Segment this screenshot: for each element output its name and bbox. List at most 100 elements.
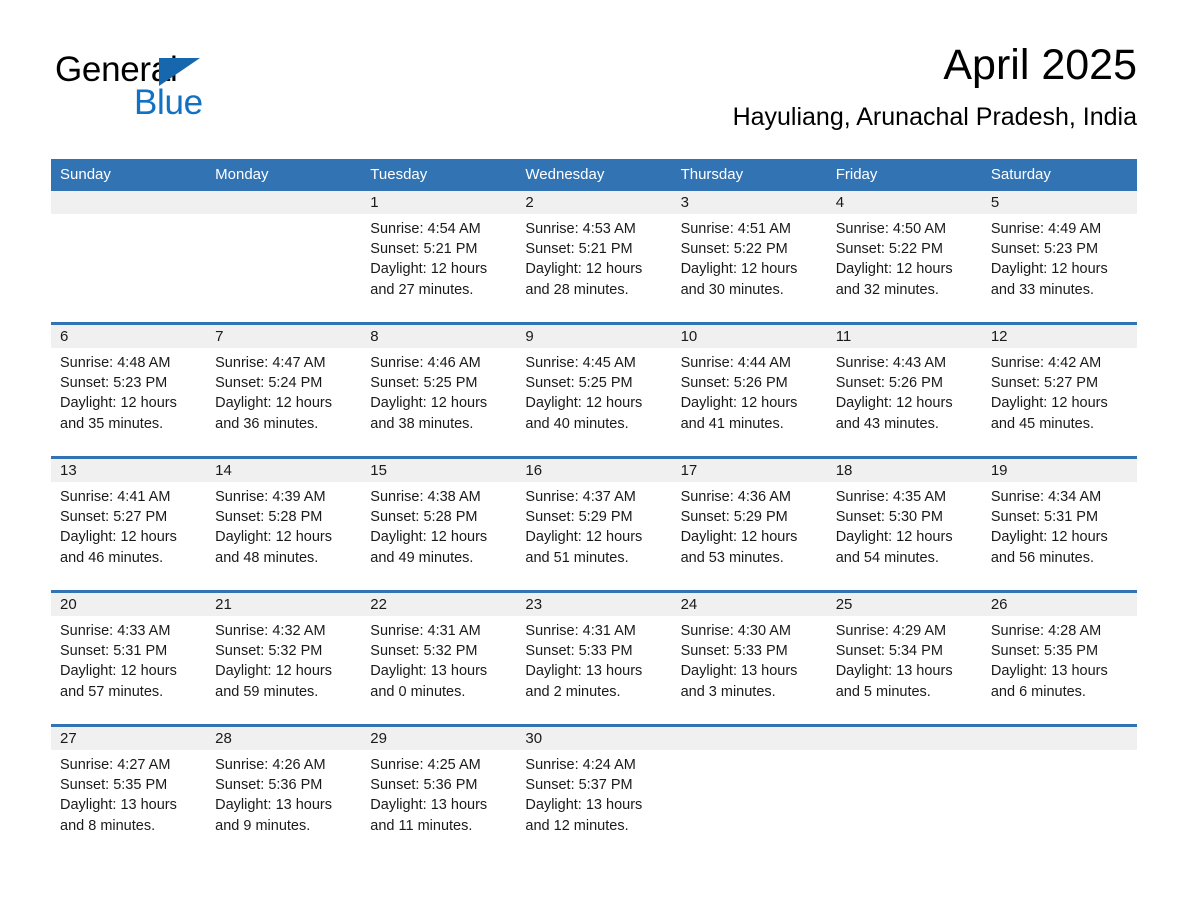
sunset-text: Sunset: 5:35 PM <box>60 777 168 794</box>
calendar-day-cell[interactable]: 21 Sunrise: 4:32 AM Sunset: 5:32 PM Dayligh… <box>206 590 362 726</box>
calendar-cell-inner: 22 Sunrise: 4:31 AM Sunset: 5:32 PM Dayligh… <box>361 593 517 724</box>
calendar-day-cell[interactable]: 29 Sunrise: 4:25 AM Sunset: 5:36 PM Dayligh… <box>361 724 517 858</box>
calendar-cell-inner: 16 Sunrise: 4:37 AM Sunset: 5:29 PM Dayligh… <box>516 459 672 590</box>
calendar-day-cell[interactable]: 1 Sunrise: 4:54 AM Sunset: 5:21 PM Daylight… <box>361 191 517 324</box>
calendar-day-cell[interactable]: 23 Sunrise: 4:31 AM Sunset: 5:33 PM Dayligh… <box>516 590 672 726</box>
calendar-day-cell[interactable]: 8 Sunrise: 4:46 AM Sunset: 5:25 PM Daylight… <box>361 322 517 458</box>
calendar-day-cell[interactable]: 18 Sunrise: 4:35 AM Sunset: 5:30 PM Dayligh… <box>826 456 982 592</box>
calendar-empty-cell <box>981 724 1137 858</box>
calendar-day-cell[interactable]: 19 Sunrise: 4:34 AM Sunset: 5:31 PM Dayligh… <box>981 456 1137 592</box>
calendar-day-cell[interactable]: 12 Sunrise: 4:42 AM Sunset: 5:27 PM Dayligh… <box>981 322 1137 458</box>
calendar-day-cell[interactable]: 16 Sunrise: 4:37 AM Sunset: 5:29 PM Dayligh… <box>516 456 672 592</box>
daylight-text-cont: and 56 minutes. <box>990 549 1095 566</box>
calendar-day-cell[interactable]: 11 Sunrise: 4:43 AM Sunset: 5:26 PM Dayligh… <box>826 322 982 458</box>
daylight-text-cont: and 12 minutes. <box>525 817 629 834</box>
day-details: Sunrise: 4:47 AM Sunset: 5:24 PM Daylight:… <box>206 348 361 434</box>
calendar-day-cell[interactable]: 28 Sunrise: 4:26 AM Sunset: 5:36 PM Dayligh… <box>206 724 362 858</box>
day-number: 10 <box>671 325 827 348</box>
day-number: 7 <box>206 325 362 348</box>
sunset-text: Sunset: 5:23 PM <box>60 375 168 392</box>
day-details: Sunrise: 4:41 AM Sunset: 5:27 PM Daylight:… <box>51 482 206 568</box>
day-details: Sunrise: 4:38 AM Sunset: 5:28 PM Daylight:… <box>361 482 516 568</box>
day-number: 22 <box>361 593 517 616</box>
calendar-day-cell[interactable]: 5 Sunrise: 4:49 AM Sunset: 5:23 PM Daylight… <box>981 191 1137 324</box>
calendar-body: 1 Sunrise: 4:54 AM Sunset: 5:21 PM Daylight… <box>51 191 1137 858</box>
daylight-text: Daylight: 12 hours <box>60 529 177 546</box>
daylight-text: Daylight: 12 hours <box>60 663 177 680</box>
day-number: 15 <box>361 459 517 482</box>
daylight-text: Daylight: 12 hours <box>680 395 798 412</box>
sunrise-text: Sunrise: 4:35 AM <box>835 489 947 505</box>
calendar-cell-inner <box>51 191 207 322</box>
daylight-text: Daylight: 12 hours <box>215 395 333 412</box>
general-blue-logo: General Blue <box>55 51 255 129</box>
weekday-header-sunday: Sunday <box>51 159 207 191</box>
calendar-cell-inner: 24 Sunrise: 4:30 AM Sunset: 5:33 PM Dayligh… <box>671 593 827 724</box>
weekday-header-monday: Monday <box>206 159 362 191</box>
calendar-day-cell[interactable]: 7 Sunrise: 4:47 AM Sunset: 5:24 PM Daylight… <box>206 322 362 458</box>
calendar-head: Sunday Monday Tuesday Wednesday Thursday… <box>51 159 1137 191</box>
sunrise-text: Sunrise: 4:29 AM <box>835 623 947 639</box>
calendar-day-cell[interactable]: 15 Sunrise: 4:38 AM Sunset: 5:28 PM Dayligh… <box>361 456 517 592</box>
daylight-text-cont: and 5 minutes. <box>835 683 931 700</box>
sunset-text: Sunset: 5:22 PM <box>835 241 943 258</box>
day-details: Sunrise: 4:51 AM Sunset: 5:22 PM Daylight:… <box>672 214 827 300</box>
calendar-empty-cell <box>51 191 207 324</box>
calendar-day-cell[interactable]: 20 Sunrise: 4:33 AM Sunset: 5:31 PM Dayligh… <box>51 590 207 726</box>
day-number <box>981 727 1137 750</box>
calendar-day-cell[interactable]: 24 Sunrise: 4:30 AM Sunset: 5:33 PM Dayligh… <box>671 590 827 726</box>
calendar-day-cell[interactable]: 10 Sunrise: 4:44 AM Sunset: 5:26 PM Dayligh… <box>671 322 827 458</box>
calendar-page: General Blue April 2025 Hayuliang, Aruna… <box>0 0 1188 918</box>
daylight-text-cont: and 33 minutes. <box>990 281 1095 298</box>
calendar-cell-inner: 12 Sunrise: 4:42 AM Sunset: 5:27 PM Dayligh… <box>981 325 1137 456</box>
daylight-text: Daylight: 12 hours <box>835 261 953 278</box>
sunrise-text: Sunrise: 4:47 AM <box>215 355 326 371</box>
sunrise-text: Sunrise: 4:31 AM <box>370 623 481 639</box>
calendar-day-cell[interactable]: 3 Sunrise: 4:51 AM Sunset: 5:22 PM Daylight… <box>671 191 827 324</box>
calendar-day-cell[interactable]: 22 Sunrise: 4:31 AM Sunset: 5:32 PM Dayligh… <box>361 590 517 726</box>
daylight-text-cont: and 27 minutes. <box>370 281 474 298</box>
daylight-text-cont: and 38 minutes. <box>370 415 474 432</box>
page-header: General Blue April 2025 Hayuliang, Aruna… <box>51 40 1137 150</box>
calendar-cell-inner: 25 Sunrise: 4:29 AM Sunset: 5:34 PM Dayligh… <box>826 593 982 724</box>
calendar-day-cell[interactable]: 14 Sunrise: 4:39 AM Sunset: 5:28 PM Dayligh… <box>206 456 362 592</box>
sunset-text: Sunset: 5:30 PM <box>835 509 943 526</box>
sunrise-text: Sunrise: 4:30 AM <box>680 623 791 639</box>
daylight-text: Daylight: 13 hours <box>680 663 798 680</box>
calendar-cell-inner: 5 Sunrise: 4:49 AM Sunset: 5:23 PM Daylight… <box>981 191 1137 322</box>
day-number: 17 <box>671 459 827 482</box>
calendar-day-cell[interactable]: 26 Sunrise: 4:28 AM Sunset: 5:35 PM Dayligh… <box>981 590 1137 726</box>
daylight-text: Daylight: 13 hours <box>215 797 333 814</box>
calendar-day-cell[interactable]: 17 Sunrise: 4:36 AM Sunset: 5:29 PM Dayligh… <box>671 456 827 592</box>
calendar-day-cell[interactable]: 13 Sunrise: 4:41 AM Sunset: 5:27 PM Dayligh… <box>51 456 207 592</box>
daylight-text-cont: and 54 minutes. <box>835 549 939 566</box>
sunrise-text: Sunrise: 4:41 AM <box>60 489 171 505</box>
sunset-text: Sunset: 5:33 PM <box>680 643 788 660</box>
daylight-text-cont: and 49 minutes. <box>370 549 474 566</box>
calendar-cell-inner: 3 Sunrise: 4:51 AM Sunset: 5:22 PM Daylight… <box>671 191 827 322</box>
sunrise-text: Sunrise: 4:33 AM <box>60 623 171 639</box>
daylight-text: Daylight: 12 hours <box>680 529 798 546</box>
calendar-day-cell[interactable]: 4 Sunrise: 4:50 AM Sunset: 5:22 PM Daylight… <box>826 191 982 324</box>
sunrise-text: Sunrise: 4:36 AM <box>680 489 791 505</box>
sunrise-text: Sunrise: 4:24 AM <box>525 757 636 773</box>
daylight-text: Daylight: 13 hours <box>370 663 488 680</box>
daylight-text-cont: and 36 minutes. <box>215 415 319 432</box>
calendar-day-cell[interactable]: 27 Sunrise: 4:27 AM Sunset: 5:35 PM Dayligh… <box>51 724 207 858</box>
calendar-day-cell[interactable]: 9 Sunrise: 4:45 AM Sunset: 5:25 PM Daylight… <box>516 322 672 458</box>
calendar-day-cell[interactable]: 6 Sunrise: 4:48 AM Sunset: 5:23 PM Daylight… <box>51 322 207 458</box>
daylight-text-cont: and 41 minutes. <box>680 415 784 432</box>
calendar-cell-inner: 13 Sunrise: 4:41 AM Sunset: 5:27 PM Dayligh… <box>51 459 207 590</box>
sunrise-text: Sunrise: 4:42 AM <box>990 355 1102 371</box>
calendar-day-cell[interactable]: 30 Sunrise: 4:24 AM Sunset: 5:37 PM Dayligh… <box>516 724 672 858</box>
day-number: 28 <box>206 727 362 750</box>
calendar-day-cell[interactable]: 25 Sunrise: 4:29 AM Sunset: 5:34 PM Dayligh… <box>826 590 982 726</box>
calendar-cell-inner: 27 Sunrise: 4:27 AM Sunset: 5:35 PM Dayligh… <box>51 727 207 858</box>
triangle-icon <box>159 58 200 86</box>
calendar-cell-inner: 20 Sunrise: 4:33 AM Sunset: 5:31 PM Dayligh… <box>51 593 207 724</box>
day-number: 14 <box>206 459 362 482</box>
weekday-header-thursday: Thursday <box>671 159 827 191</box>
day-details: Sunrise: 4:32 AM Sunset: 5:32 PM Daylight:… <box>206 616 361 702</box>
calendar-day-cell[interactable]: 2 Sunrise: 4:53 AM Sunset: 5:21 PM Daylight… <box>516 191 672 324</box>
daylight-text-cont: and 51 minutes. <box>525 549 629 566</box>
